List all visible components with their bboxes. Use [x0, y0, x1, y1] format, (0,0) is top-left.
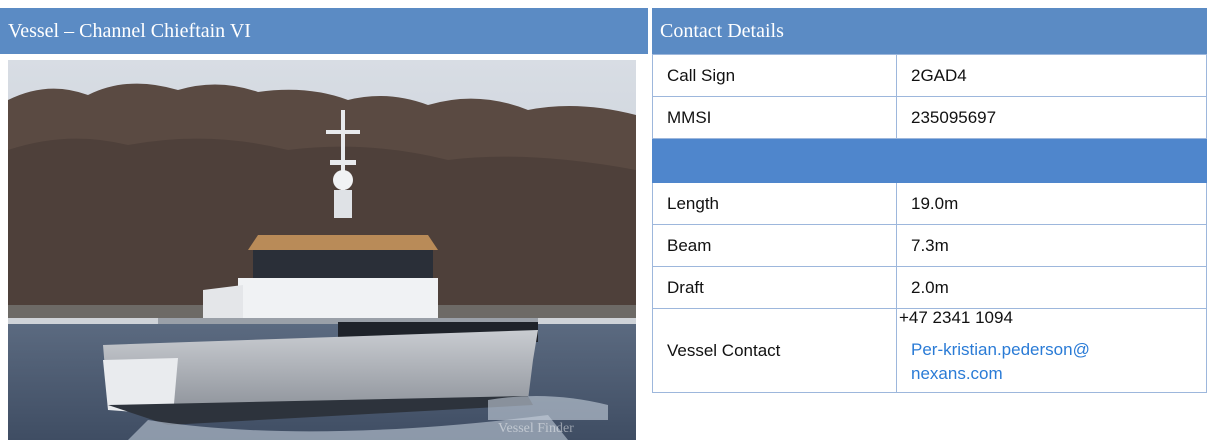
contact-header: Contact Details: [652, 8, 1207, 54]
table-row: Beam 7.3m: [652, 224, 1207, 267]
table-row: Vessel Contact +47 2341 1094 Per-kristia…: [652, 307, 1207, 393]
contact-details-table: Call Sign 2GAD4 MMSI 235095697 Length 19…: [652, 54, 1207, 393]
vessel-header: Vessel – Channel Chieftain VI: [0, 8, 648, 54]
length-label: Length: [652, 182, 897, 225]
section-band: [652, 138, 1207, 183]
contact-panel: Contact Details Call Sign 2GAD4 MMSI 235…: [652, 8, 1207, 442]
call-sign-label: Call Sign: [652, 54, 897, 97]
table-row: MMSI 235095697: [652, 96, 1207, 139]
table-row: Call Sign 2GAD4: [652, 54, 1207, 97]
call-sign-value: 2GAD4: [896, 54, 1207, 97]
email-link[interactable]: Per-kristian.pederson@ nexans.com: [911, 338, 1206, 386]
mmsi-value: 235095697: [896, 96, 1207, 139]
photo-watermark: Vessel Finder: [498, 421, 574, 436]
vessel-photo-image: Vessel Finder: [8, 60, 636, 440]
email-line-2[interactable]: nexans.com: [911, 364, 1003, 383]
draft-label: Draft: [652, 266, 897, 309]
beam-label: Beam: [652, 224, 897, 267]
table-row: Length 19.0m: [652, 182, 1207, 225]
length-value: 19.0m: [896, 182, 1207, 225]
vessel-contact-label: Vessel Contact: [652, 308, 897, 393]
draft-value: 2.0m: [896, 266, 1207, 309]
beam-value: 7.3m: [896, 224, 1207, 267]
email-line-1[interactable]: Per-kristian.pederson@: [911, 340, 1090, 359]
blank-band: [652, 138, 1207, 183]
table-row: Draft 2.0m: [652, 266, 1207, 309]
vessel-contact-value: +47 2341 1094 Per-kristian.pederson@ nex…: [896, 307, 1207, 393]
vessel-photo: Vessel Finder: [8, 60, 636, 440]
mmsi-label: MMSI: [652, 96, 897, 139]
phone-number: +47 2341 1094: [899, 307, 1013, 327]
